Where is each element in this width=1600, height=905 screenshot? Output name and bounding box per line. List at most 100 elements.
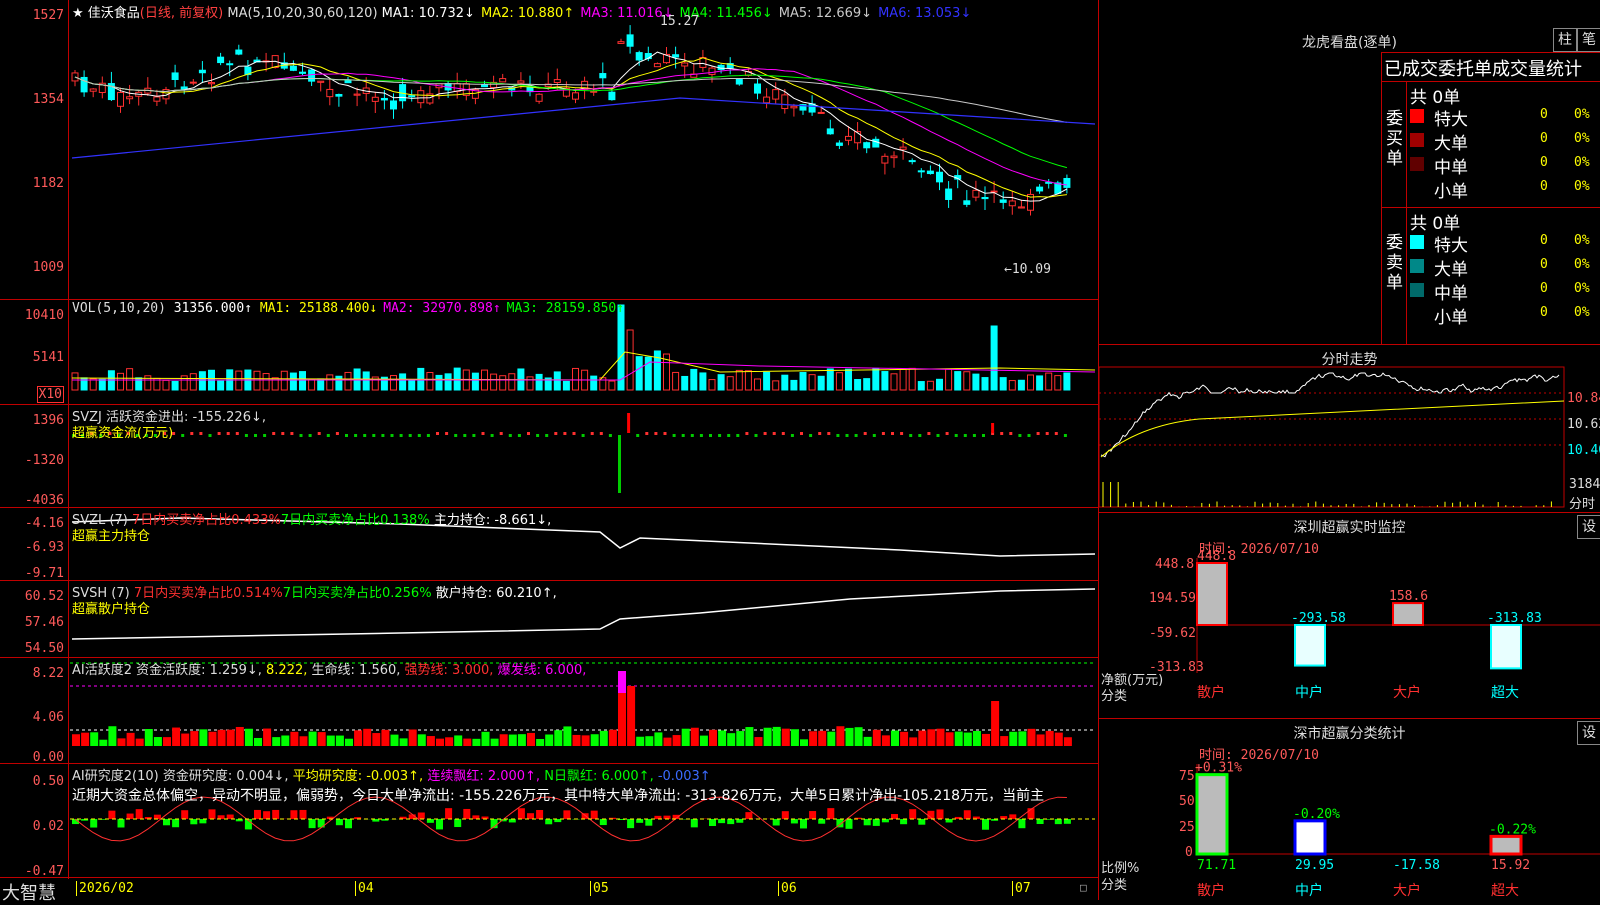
svsh-red: 7日内买卖净占比0.514% [134, 586, 283, 601]
candle [600, 74, 606, 78]
volume-bar [536, 374, 542, 390]
candle [554, 80, 560, 83]
stock-name: ★ 佳沃食品 [72, 6, 140, 21]
research-bar [691, 819, 698, 827]
activity-bar [955, 732, 963, 746]
volume-bar [809, 375, 815, 390]
activity-bar [1009, 732, 1017, 746]
activity-bar [245, 729, 253, 746]
volume-panel[interactable]: 10410 5141 X10 VOL(5,10,20) 31356.000↑ M… [0, 299, 1099, 406]
activity-bar [791, 729, 799, 746]
activity-bar [591, 734, 599, 746]
flow-bar [927, 432, 930, 435]
ai-active-panel[interactable]: 8.22 4.06 0.00 AI活跃度2 资金活跃度: 1.259↓, 8.2… [0, 657, 1099, 765]
monitor-panel[interactable]: 深圳超赢实时监控 设 时间: 2026/07/10 448.8散户-293.58… [1099, 512, 1600, 719]
research-bar [745, 812, 752, 819]
lock-icon[interactable]: □ [1080, 881, 1087, 894]
buy-order-label: 委买单 [1386, 109, 1402, 169]
kline-panel[interactable]: 1527 1354 1182 1009 ★ 佳沃食品(日线, 前复权) MA(5… [0, 0, 1099, 300]
activity-bar [309, 732, 317, 746]
volume-bar [873, 368, 879, 390]
activity-bar [354, 730, 362, 746]
research-bar [1037, 819, 1044, 824]
volume-bar [955, 372, 961, 390]
candle [391, 101, 397, 109]
candle [636, 53, 642, 60]
svsh-panel[interactable]: 60.52 57.46 54.50 SVSH (7) 7日内买卖净占比0.514… [0, 580, 1099, 659]
ai-research-panel[interactable]: 0.50 0.02 -0.47 AI研究度2(10) 资金研究度: 0.004↓… [0, 763, 1099, 879]
ma4-line [75, 75, 1067, 168]
research-bar [427, 819, 434, 823]
color-swatch [1410, 283, 1424, 297]
activity-bar [254, 738, 262, 746]
svzl-panel[interactable]: -4.16 -6.93 -9.71 SVZL (7) 7日内买卖净占比0.433… [0, 507, 1099, 582]
volume-bar [99, 379, 105, 390]
candle [654, 64, 660, 67]
research-bar [436, 819, 443, 829]
flow-bar [445, 432, 448, 435]
tick-view-button[interactable]: 笔 [1577, 28, 1600, 52]
flow-bar [454, 434, 457, 437]
ma-label-5: MA5: 12.669↓ [779, 6, 872, 21]
research-bar [300, 810, 307, 819]
research-bar [864, 819, 871, 825]
candle [818, 112, 824, 113]
volume-bar [400, 374, 406, 390]
candle [946, 189, 952, 199]
volume-bar [118, 373, 124, 390]
volume-bar [891, 374, 897, 390]
activity-bar [81, 733, 89, 746]
activity-bar [108, 726, 116, 746]
research-bar [445, 808, 452, 819]
flow-bar [745, 432, 748, 435]
bar-view-button[interactable]: 柱 [1553, 28, 1577, 52]
flow-bar [600, 432, 603, 435]
candle [127, 97, 133, 99]
svzj-panel[interactable]: 1396 -1320 -4036 SVZJ 活跃资金进出: -155.226↓,… [0, 404, 1099, 509]
svzl-red: 7日内买卖净占比0.433% [132, 513, 281, 528]
research-bar [818, 819, 825, 824]
candle [937, 172, 943, 182]
net-amount-chart: 448.8散户-293.58中户158.6大户-313.83超大 [1099, 513, 1600, 719]
dragon-table: 已成交委托单成交量统计 委买单 委卖单 共 0单 特大00%大单00%中单00%… [1381, 52, 1600, 345]
flow-bar [290, 432, 293, 435]
flow-bar [1055, 432, 1058, 435]
activity-bar [136, 739, 144, 746]
ai-research-last: -0.003↑ [658, 769, 711, 784]
order-size-label: 中单 [1434, 153, 1468, 178]
volume-bar [718, 375, 724, 390]
research-bar [518, 808, 525, 819]
ratio-value-label: 29.95 [1295, 858, 1334, 873]
candle [836, 143, 842, 145]
classify-panel[interactable]: 深市超赢分类统计 设 时间: 2026/07/10 +0.31%71.71散户-… [1099, 718, 1600, 901]
research-bar [1009, 814, 1016, 819]
flow-bar [318, 432, 321, 435]
research-bar [937, 809, 944, 819]
research-bar [909, 809, 916, 819]
activity-bar [436, 739, 444, 746]
date-label: 07 [1012, 881, 1031, 896]
color-swatch [1410, 259, 1424, 273]
flow-bar [272, 432, 275, 435]
flow-bar [536, 434, 539, 437]
candlestick-chart[interactable] [0, 0, 1099, 300]
buy-row: 大单00% [1410, 129, 1600, 151]
flow-bar [645, 432, 648, 435]
research-bar [227, 815, 234, 819]
volume-bar [554, 372, 560, 390]
volume-bar [736, 370, 742, 390]
ratio-change-label: -0.22% [1489, 822, 1536, 837]
activity-bar [345, 739, 353, 746]
volume-bar [163, 380, 169, 390]
sell-row: 大单00% [1410, 255, 1600, 277]
volume-bar [991, 326, 997, 390]
intraday-panel[interactable]: 分时走势 10.84 10.62 10.40 3184 分时 [1099, 344, 1600, 513]
net-bar [1295, 625, 1325, 666]
svzl-main: 主力持仓: -8.661↓, [434, 513, 551, 528]
volume-bar [682, 376, 688, 390]
volume-bar [290, 373, 296, 390]
candle [882, 156, 888, 163]
ratio-bar [1197, 775, 1227, 854]
candle [709, 68, 715, 74]
candle [536, 94, 542, 101]
